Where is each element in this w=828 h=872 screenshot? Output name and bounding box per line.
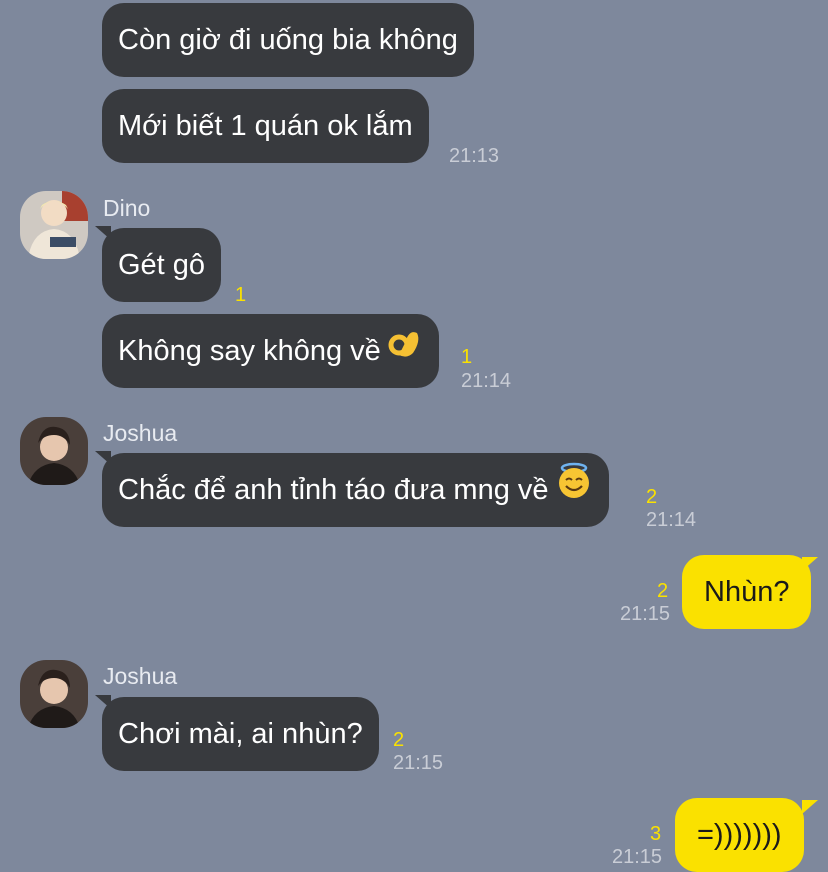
message-bubble-outgoing[interactable]: Nhùn? [682,555,812,629]
message-bubble[interactable]: Mới biết 1 quán ok lắm [102,89,429,163]
message-bubble[interactable]: Gét gô [102,228,222,302]
unread-count: 1 [461,346,473,368]
ok-hand-emoji-icon [387,315,423,389]
sender-name: Dino [103,195,151,221]
message-text: Mới biết 1 quán ok lắm [118,110,413,142]
avatar-joshua[interactable] [20,417,88,485]
unread-count: 1 [235,284,247,306]
message-bubble[interactable]: Không say không về [102,314,439,388]
message-text: =))))))) [697,819,782,851]
message-text: Không say không về [118,335,381,367]
bubble-tail [802,557,818,571]
unread-count: 2 [646,486,658,508]
avatar-dino[interactable] [20,191,88,259]
message-timestamp: 21:14 [646,509,697,531]
message-text: Chơi mài, ai nhùn? [118,718,363,750]
message-bubble[interactable]: Chắc để anh tỉnh táo đưa mng về [102,453,609,527]
message-text: Nhùn? [704,576,790,608]
avatar-photo-icon [20,191,88,259]
unread-count: 2 [657,580,669,602]
message-timestamp: 21:13 [449,145,500,167]
avatar-photo-icon [20,660,88,728]
unread-count: 3 [650,823,662,845]
avatar-joshua[interactable] [20,660,88,728]
avatar-photo-icon [20,417,88,485]
message-timestamp: 21:15 [620,603,671,625]
bubble-tail [802,800,818,814]
message-bubble[interactable]: Chơi mài, ai nhùn? [102,697,379,771]
message-timestamp: 21:14 [461,370,512,392]
unread-count: 2 [393,729,405,751]
message-text: Gét gô [118,249,206,281]
message-text: Còn giờ đi uống bia không [118,24,458,56]
message-text: Chắc để anh tỉnh táo đưa mng về [118,474,549,506]
message-timestamp: 21:15 [393,752,444,774]
message-bubble-outgoing[interactable]: =))))))) [675,798,804,872]
message-bubble[interactable]: Còn giờ đi uống bia không [102,3,474,77]
sender-name: Joshua [103,420,178,446]
message-timestamp: 21:15 [612,846,663,868]
sender-name: Joshua [103,663,178,689]
chat-screen: { "messages": { "m1": {"text": "Còn giờ … [0,0,828,872]
smiling-halo-emoji-icon [555,454,593,528]
